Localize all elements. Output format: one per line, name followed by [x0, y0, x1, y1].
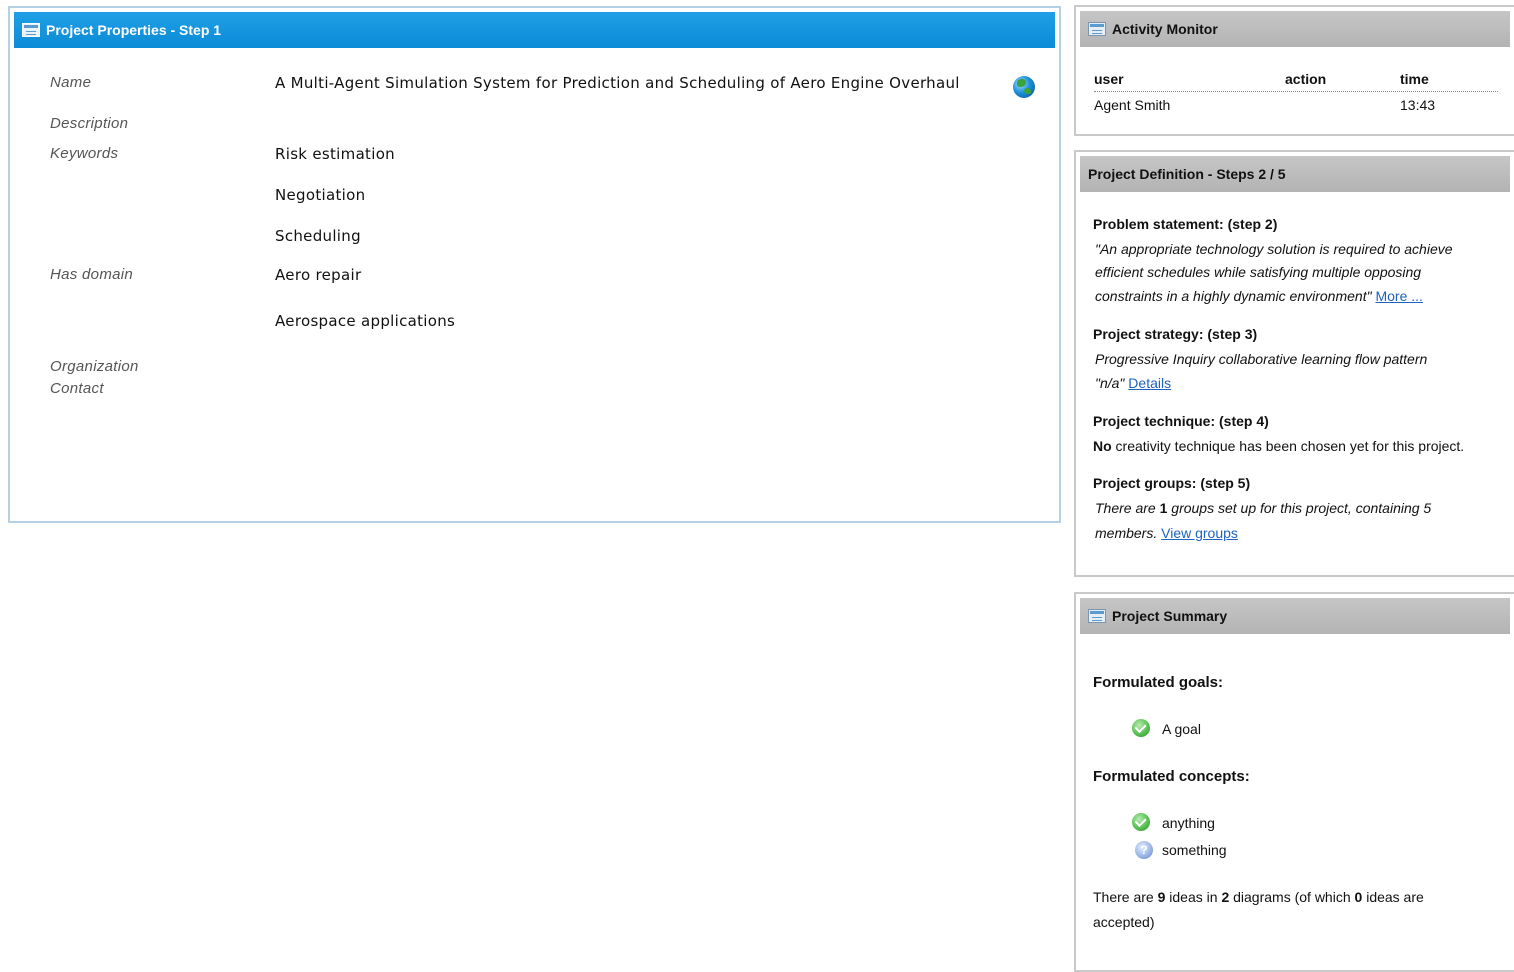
- keyword-item: Risk estimation: [275, 145, 395, 163]
- ideas-summary-line-2: accepted): [1093, 914, 1155, 930]
- project-groups-line: There are 1 groups set up for this proje…: [1095, 500, 1431, 516]
- keyword-item: Scheduling: [275, 227, 361, 245]
- project-properties-header: Project Properties - Step 1: [14, 12, 1055, 48]
- project-definition-title: Project Definition - Steps 2 / 5: [1088, 166, 1286, 182]
- project-definition-header: Project Definition - Steps 2 / 5: [1080, 156, 1510, 192]
- formulated-concepts-title: Formulated concepts:: [1093, 768, 1250, 785]
- ideas-text: diagrams (of which: [1229, 889, 1355, 905]
- problem-statement-line-last: constraints in a highly dynamic environm…: [1095, 288, 1423, 304]
- column-header-user: user: [1094, 71, 1124, 87]
- activity-monitor-title: Activity Monitor: [1112, 21, 1218, 37]
- divider: [1094, 91, 1498, 92]
- keywords-label: Keywords: [50, 145, 119, 162]
- project-summary-panel: Project Summary Formulated goals: A goal…: [1074, 592, 1514, 972]
- window-icon: [22, 23, 40, 37]
- project-summary-header: Project Summary: [1080, 598, 1510, 634]
- groups-text: There are: [1095, 500, 1160, 516]
- question-icon: ?: [1135, 841, 1153, 859]
- domain-item: Aerospace applications: [275, 312, 456, 330]
- activity-monitor-header: Activity Monitor: [1080, 11, 1510, 47]
- project-strategy-line-2: "n/a" Details: [1095, 375, 1171, 391]
- project-strategy-title: Project strategy: (step 3): [1093, 326, 1258, 342]
- organization-label: Organization: [50, 358, 139, 375]
- window-icon: [1088, 22, 1106, 36]
- project-summary-title: Project Summary: [1112, 608, 1228, 624]
- concept-item[interactable]: something: [1162, 842, 1227, 858]
- activity-monitor-panel: Activity Monitor user action time Agent …: [1074, 5, 1514, 136]
- project-properties-title: Project Properties - Step 1: [46, 22, 222, 38]
- ideas-text: ideas are: [1362, 889, 1424, 905]
- contact-label: Contact: [50, 380, 104, 397]
- project-definition-panel: Project Definition - Steps 2 / 5 Problem…: [1074, 150, 1514, 577]
- name-value: A Multi-Agent Simulation System for Pred…: [275, 74, 960, 92]
- more-link[interactable]: More ...: [1375, 288, 1422, 304]
- ideas-text: ideas in: [1165, 889, 1222, 905]
- concept-item[interactable]: anything: [1162, 815, 1215, 831]
- project-technique-bold: No: [1093, 438, 1112, 454]
- view-groups-link[interactable]: View groups: [1161, 525, 1238, 541]
- has-domain-label: Has domain: [50, 266, 134, 283]
- project-properties-panel: Project Properties - Step 1 Name A Multi…: [8, 6, 1061, 523]
- window-icon: [1088, 609, 1106, 623]
- problem-statement-line: efficient schedules while satisfying mul…: [1095, 264, 1422, 280]
- project-groups-line-2: members. View groups: [1095, 525, 1238, 541]
- project-technique-line: No creativity technique has been chosen …: [1093, 438, 1464, 454]
- column-header-action: action: [1285, 71, 1327, 87]
- goal-item[interactable]: A goal: [1162, 721, 1201, 737]
- check-icon: [1132, 719, 1150, 737]
- formulated-goals-title: Formulated goals:: [1093, 674, 1224, 691]
- project-technique-title: Project technique: (step 4): [1093, 413, 1269, 429]
- check-icon: [1132, 813, 1150, 831]
- project-strategy-line: Progressive Inquiry collaborative learni…: [1095, 351, 1428, 367]
- table-cell-time: 13:43: [1400, 97, 1436, 113]
- problem-statement-line: "An appropriate technology solution is r…: [1095, 241, 1453, 257]
- project-groups-title: Project groups: (step 5): [1093, 475, 1251, 491]
- domain-item: Aero repair: [275, 266, 362, 284]
- groups-text: groups set up for this project, containi…: [1167, 500, 1432, 516]
- details-link[interactable]: Details: [1128, 375, 1171, 391]
- globe-icon[interactable]: [1013, 76, 1035, 98]
- keyword-item: Negotiation: [275, 186, 366, 204]
- project-strategy-value: "n/a": [1095, 375, 1125, 391]
- problem-statement-title: Problem statement: (step 2): [1093, 216, 1278, 232]
- problem-statement-text: constraints in a highly dynamic environm…: [1095, 288, 1372, 304]
- ideas-summary: There are 9 ideas in 2 diagrams (of whic…: [1093, 889, 1424, 905]
- ideas-text: There are: [1093, 889, 1158, 905]
- groups-text: members.: [1095, 525, 1162, 541]
- column-header-time: time: [1400, 71, 1429, 87]
- project-technique-text: creativity technique has been chosen yet…: [1111, 438, 1465, 454]
- description-label: Description: [50, 115, 129, 132]
- name-label: Name: [50, 74, 92, 91]
- table-cell-user: Agent Smith: [1094, 97, 1171, 113]
